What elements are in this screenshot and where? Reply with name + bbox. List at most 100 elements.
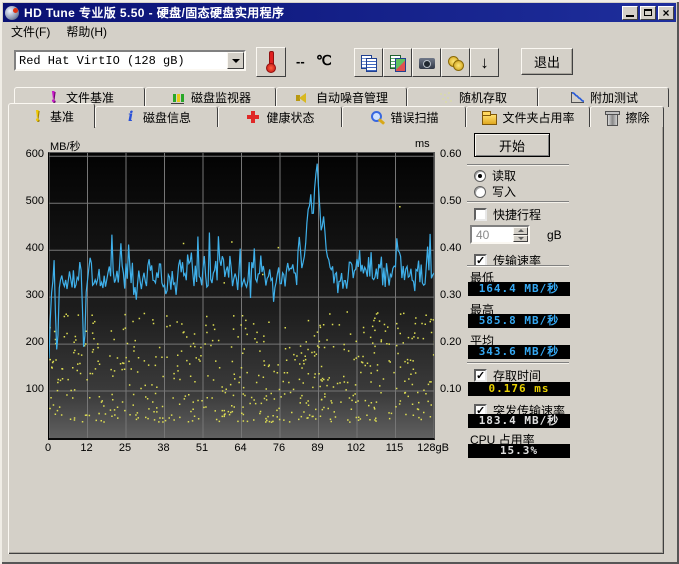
radio-icon xyxy=(474,170,486,182)
temperature-button[interactable] xyxy=(256,47,286,77)
tab-label: 磁盘监视器 xyxy=(191,89,251,106)
short-stroke-value: 40 xyxy=(472,228,489,242)
exit-button[interactable]: 退出 xyxy=(521,48,573,75)
y-tick-label: 400 xyxy=(14,242,44,254)
spin-up-button[interactable] xyxy=(513,227,528,235)
tab-folder-usage[interactable]: 文件夹占用率 xyxy=(466,106,590,127)
tab-health[interactable]: 健康状态 xyxy=(218,106,342,127)
disk-info-icon xyxy=(122,110,138,125)
tab-erase[interactable]: 擦除 xyxy=(590,106,664,127)
spin-up-icon xyxy=(518,229,524,232)
short-stroke-unit-label: gB xyxy=(547,228,562,242)
copy-image-icon xyxy=(389,54,407,72)
short-stroke-checkbox[interactable]: 快捷行程 xyxy=(474,206,541,223)
write-mode-radio[interactable]: 写入 xyxy=(474,183,516,200)
folder-usage-icon xyxy=(481,110,497,125)
tab-label: 健康状态 xyxy=(266,109,314,126)
copy-text-button[interactable] xyxy=(354,48,383,77)
write-mode-label: 写入 xyxy=(492,183,516,200)
tab-label: 错误扫描 xyxy=(390,109,438,126)
x-tick-label: 76 xyxy=(257,442,301,454)
short-stroke-value-field[interactable]: 40 xyxy=(470,225,530,244)
thermometer-icon xyxy=(262,50,280,74)
min-speed-display: 164.4 MB/秒 xyxy=(468,282,570,296)
health-icon xyxy=(245,110,261,125)
tab-label: 基准 xyxy=(50,108,74,125)
spin-down-button[interactable] xyxy=(513,235,528,243)
tab-label: 磁盘信息 xyxy=(143,109,191,126)
benchmark-icon xyxy=(29,109,45,124)
drive-select[interactable]: Red Hat VirtIO (128 gB) xyxy=(14,50,246,71)
tab-disk-info[interactable]: 磁盘信息 xyxy=(95,106,218,127)
x-tick-label: 38 xyxy=(142,442,186,454)
close-icon: × xyxy=(662,7,669,19)
menu-item-file[interactable]: 文件(F) xyxy=(3,21,58,42)
x-tick-label: 89 xyxy=(296,442,340,454)
temperature-value: -- xyxy=(296,54,305,69)
tab-label: 自动噪音管理 xyxy=(316,89,388,106)
app-icon xyxy=(5,6,19,20)
toolbar: Red Hat VirtIO (128 gB) -- ℃ ↓ 退出 xyxy=(0,44,679,82)
window-title: HD Tune 专业版 5.50 - 硬盘/固态硬盘实用程序 xyxy=(24,4,284,21)
camera-icon xyxy=(418,54,436,72)
benchmark-tab-page: MB/秒 ms 600500400300200100 0.600.500.400… xyxy=(8,126,664,554)
temperature-unit: ℃ xyxy=(316,53,332,70)
tab-row-back: 文件基准磁盘监视器自动噪音管理随机存取附加测试 xyxy=(14,87,669,107)
spinner xyxy=(513,227,528,242)
tab-extra-tests[interactable]: 附加测试 xyxy=(538,87,669,107)
y-tick-label: 600 xyxy=(14,148,44,160)
window-controls: × xyxy=(622,6,674,20)
x-tick-label: 102 xyxy=(334,442,378,454)
tab-benchmark[interactable]: 基准 xyxy=(8,103,95,128)
max-speed-display: 585.8 MB/秒 xyxy=(468,314,570,328)
screenshot-button[interactable] xyxy=(412,48,441,77)
read-mode-radio[interactable]: 读取 xyxy=(474,167,516,184)
donate-button[interactable] xyxy=(441,48,470,77)
chevron-down-icon xyxy=(232,59,240,63)
separator xyxy=(467,265,569,267)
y-tick-label: 300 xyxy=(14,289,44,301)
x-tick-label: 115 xyxy=(373,442,417,454)
tab-aam[interactable]: 自动噪音管理 xyxy=(276,87,407,107)
maximize-icon xyxy=(644,9,652,16)
y-tick-label: 100 xyxy=(14,383,44,395)
tab-label: 附加测试 xyxy=(590,89,638,106)
y-tick-label: 200 xyxy=(14,336,44,348)
burst-rate-display: 183.4 MB/秒 xyxy=(468,414,570,428)
menu-item-help[interactable]: 帮助(H) xyxy=(58,21,115,42)
x-tick-label: 0 xyxy=(26,442,70,454)
erase-icon xyxy=(604,110,620,125)
error-scan-icon xyxy=(369,110,385,125)
download-arrow-icon: ↓ xyxy=(476,54,494,72)
menu-bar: 文件(F) 帮助(H) xyxy=(3,22,676,41)
y-tick-label: 0.60 xyxy=(440,148,476,160)
aam-icon xyxy=(295,90,311,105)
checkbox-icon xyxy=(474,208,487,221)
drive-select-arrow-button[interactable] xyxy=(227,52,244,69)
save-results-button[interactable]: ↓ xyxy=(470,48,499,77)
tab-disk-monitor[interactable]: 磁盘监视器 xyxy=(145,87,276,107)
benchmark-chart xyxy=(48,152,435,440)
separator xyxy=(467,164,569,166)
x-tick-label: 64 xyxy=(219,442,263,454)
read-mode-label: 读取 xyxy=(492,167,516,184)
short-stroke-label: 快捷行程 xyxy=(493,206,541,223)
close-button[interactable]: × xyxy=(658,6,674,20)
avg-speed-display: 343.6 MB/秒 xyxy=(468,345,570,359)
tab-label: 随机存取 xyxy=(459,89,507,106)
tab-row-front: 基准 磁盘信息 健康状态 错误扫描 文件夹占用率擦除 xyxy=(8,106,664,127)
cpu-usage-display: 15.3% xyxy=(468,444,570,458)
tab-error-scan[interactable]: 错误扫描 xyxy=(342,106,466,127)
toolbar-button-group: ↓ xyxy=(354,48,499,77)
minimize-icon xyxy=(626,15,634,17)
start-button[interactable]: 开始 xyxy=(474,133,550,157)
y-tick-label: 500 xyxy=(14,195,44,207)
random-access-icon xyxy=(438,90,454,105)
copy-image-button[interactable] xyxy=(383,48,412,77)
minimize-button[interactable] xyxy=(622,6,638,20)
tab-random-access[interactable]: 随机存取 xyxy=(407,87,538,107)
maximize-button[interactable] xyxy=(640,6,656,20)
separator xyxy=(467,201,569,203)
coins-icon xyxy=(447,54,465,72)
separator xyxy=(467,362,569,364)
